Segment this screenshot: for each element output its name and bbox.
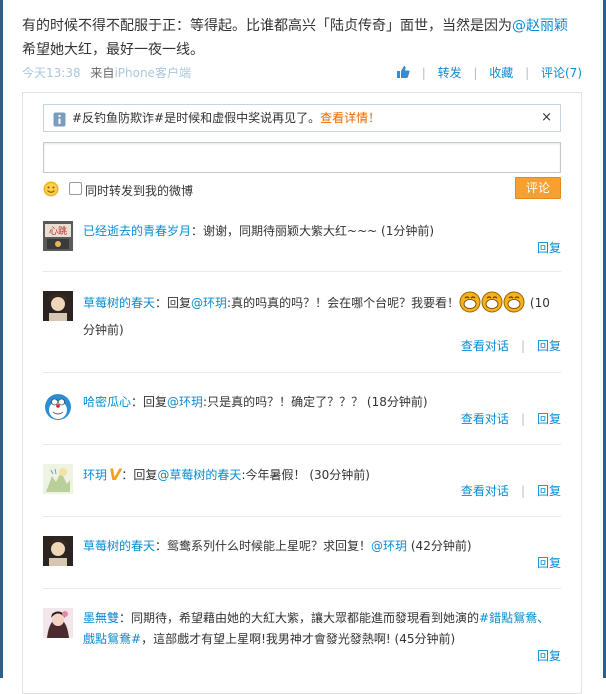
comment-text: ：鸳鸯系列什么时候能上星呢？求回复！ [155, 539, 372, 553]
comment-item: 哈密瓜心：回复@环玥:只是真的吗？！确定了？？？ (18分钟前) 查看对话 | 回复 [43, 392, 561, 432]
reply-link[interactable]: 回复 [537, 649, 561, 663]
comment-item: 草莓树的春天：鸳鸯系列什么时候能上星呢？求回复！@环玥 (42分钟前) 回复 [43, 536, 561, 576]
forward-checkbox[interactable] [69, 182, 82, 195]
comment-count-link[interactable]: 评论(7) [541, 66, 582, 80]
divider [43, 516, 561, 517]
comment-time: (42分钟前) [410, 539, 472, 553]
reply-link[interactable]: 回复 [537, 484, 561, 498]
comment-ops: 查看对话 | 回复 [460, 412, 561, 426]
favorite-link[interactable]: 收藏 [489, 66, 513, 80]
like-icon[interactable] [396, 65, 410, 82]
comment-input[interactable] [43, 142, 561, 173]
source-label: 来自 [90, 66, 115, 80]
mention-link[interactable]: @环玥 [167, 395, 203, 409]
source-link[interactable]: iPhone客户端 [114, 66, 191, 80]
mention-link[interactable]: @草莓树的春天 [157, 468, 241, 482]
comment-item: 心跳 已经逝去的青春岁月：谢谢，同期待丽颖大紫大红~~~ (1分钟前) 回复 [43, 221, 561, 273]
comment-text: :真的吗真的吗？！会在哪个台呢？我要看！ [227, 296, 460, 310]
post-text: 有的时候不得不配服于正：等得起。比谁都高兴「陆贞传奇」面世，当然是因为@赵丽颖 … [22, 14, 582, 62]
post-line2: 希望她大红，最好一夜一线。 [22, 42, 204, 58]
commenter-name-link[interactable]: 哈密瓜心 [83, 395, 131, 409]
comment-ops: 回复 [537, 554, 561, 571]
comment-text: :今年暑假！ [241, 468, 306, 482]
comment-time: (45分钟前) [394, 632, 456, 646]
avatar[interactable] [43, 464, 73, 494]
post-meta: 今天13:38 来自iPhone客户端 | 转发 | 收藏 | 评论(7) [22, 64, 584, 82]
divider [43, 372, 561, 373]
avatar[interactable] [43, 536, 73, 566]
comment-ops: 回复 [537, 239, 561, 256]
comment-reply-prefix: ：回复 [121, 468, 158, 482]
anti-phishing-notice: #反钓鱼防欺诈#是时候和虚假中奖说再见了。查看详情！ × [43, 104, 561, 132]
commenter-name-link[interactable]: 草莓树的春天 [83, 296, 155, 310]
comment-item: 草莓树的春天：回复@环玥:真的吗真的吗？！会在哪个台呢？我要看！ (10分钟前)… [43, 291, 561, 361]
view-conversation-link[interactable]: 查看对话 [461, 412, 509, 426]
reply-link[interactable]: 回复 [537, 412, 561, 426]
post-time-link[interactable]: 今天13:38 [22, 66, 81, 80]
post-mention-link[interactable]: @赵丽颖 [512, 18, 568, 34]
reply-link[interactable]: 回复 [537, 556, 561, 570]
avatar[interactable] [43, 291, 73, 321]
svg-text:心跳: 心跳 [49, 225, 67, 237]
emoticon-icon[interactable] [43, 181, 59, 197]
close-icon[interactable]: × [541, 105, 552, 131]
post-actions: | 转发 | 收藏 | 评论(7) [396, 64, 582, 82]
notice-text: #反钓鱼防欺诈#是时候和虚假中奖说再见了。 [72, 111, 321, 125]
commenter-name-link[interactable]: 环玥 [83, 468, 107, 482]
comment-ops: 查看对话 | 回复 [460, 484, 561, 498]
comment-reply-prefix: ：回复 [155, 296, 192, 310]
comment-reply-prefix: ：回复 [131, 395, 168, 409]
comment-text: :只是真的吗？！确定了？？？ [203, 395, 364, 409]
post-line1: 有的时候不得不配服于正：等得起。比谁都高兴「陆贞传奇」面世，当然是因为 [22, 18, 512, 34]
avatar[interactable]: 心跳 [43, 221, 73, 251]
divider [43, 444, 561, 445]
commenter-name-link[interactable]: 已经逝去的青春岁月 [83, 224, 191, 238]
commenter-name-link[interactable]: 草莓树的春天 [83, 539, 155, 553]
view-conversation-link[interactable]: 查看对话 [461, 339, 509, 353]
comment-time: (1分钟前) [381, 224, 435, 238]
mention-link[interactable]: @环玥 [191, 296, 227, 310]
view-conversation-link[interactable]: 查看对话 [461, 484, 509, 498]
notice-details-link[interactable]: 查看详情！ [320, 111, 380, 125]
composer-options: 同时转发到我的微博 评论 [43, 177, 561, 201]
comment-time: (30分钟前) [309, 468, 370, 482]
comment-time: (18分钟前) [366, 395, 428, 409]
forward-link[interactable]: 转发 [438, 66, 462, 80]
verified-badge-icon[interactable]: V [109, 464, 121, 485]
avatar[interactable] [43, 392, 73, 422]
submit-comment-button[interactable]: 评论 [515, 177, 561, 199]
forward-checkbox-label: 同时转发到我的微博 [85, 184, 194, 198]
comment-text: ：同期待，希望藉由她的大紅大紫，讓大眾都能進而發現看到她演的 [119, 611, 480, 625]
comment-ops: 查看对话 | 回复 [460, 339, 561, 353]
comment-text-continued: ，這部戲才有望上星啊!我男神才會發光發熱啊! [141, 632, 391, 646]
comment-item: 墨無雙：同期待，希望藉由她的大紅大紫，讓大眾都能進而發現看到她演的#錯點鴛鴦、戲… [43, 608, 561, 670]
mention-link[interactable]: @环玥 [371, 539, 407, 553]
divider [43, 588, 561, 589]
comment-panel: #反钓鱼防欺诈#是时候和虚假中奖说再见了。查看详情！ × 同时转发到我的微博 评… [22, 92, 582, 694]
reply-link[interactable]: 回复 [537, 339, 561, 353]
comment-ops: 回复 [537, 647, 561, 664]
comment-text: ：谢谢，同期待丽颖大紫大红~~~ [191, 224, 378, 238]
commenter-name-link[interactable]: 墨無雙 [83, 611, 119, 625]
info-icon [52, 110, 67, 127]
laughing-emoticon-icon [459, 291, 525, 320]
divider [43, 271, 561, 272]
avatar[interactable] [43, 608, 73, 638]
reply-link[interactable]: 回复 [537, 241, 561, 255]
comment-item: 环玥 V：回复@草莓树的春天:今年暑假！ (30分钟前) 查看对话 | 回复 [43, 464, 561, 504]
window-frame-left [0, 0, 3, 678]
